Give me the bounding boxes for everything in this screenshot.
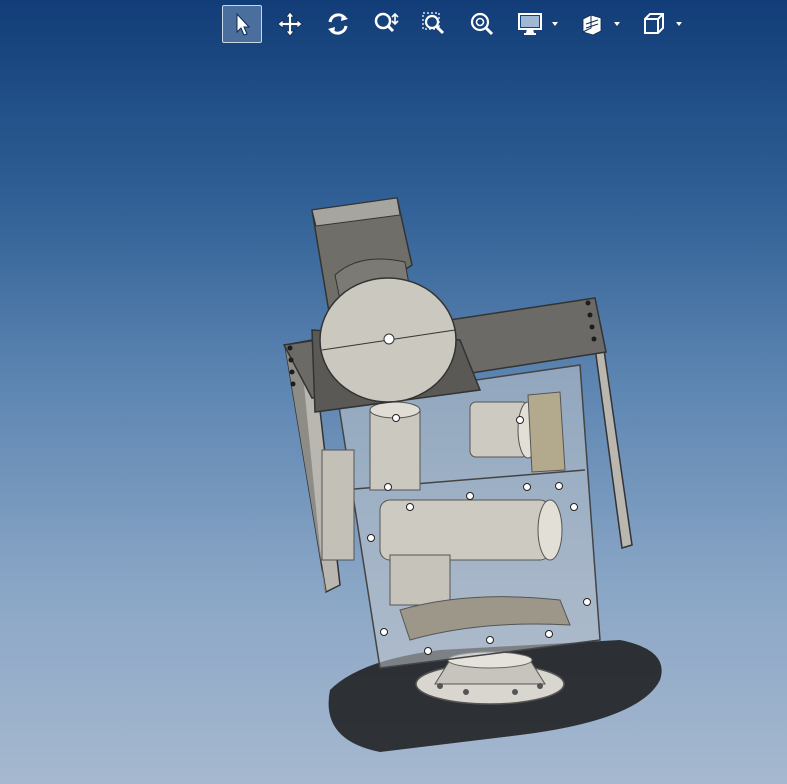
display-style-icon (518, 13, 542, 35)
pan-button[interactable] (270, 5, 310, 43)
vertical-shaft (369, 409, 421, 491)
lower-motor-body (389, 554, 451, 606)
upper-gear (527, 391, 566, 473)
zoom-to-area-icon (422, 12, 445, 35)
zoom-to-area-button[interactable] (414, 5, 454, 43)
view-orientation-dropdown[interactable] (634, 5, 682, 43)
select-arrow-icon (236, 12, 251, 36)
display-style-dropdown[interactable] (510, 5, 558, 43)
view-orientation-cube-icon (644, 13, 664, 34)
pan-icon (277, 11, 303, 37)
view-orientation-button[interactable] (634, 5, 674, 43)
chevron-down-icon (552, 22, 558, 26)
lower-motor (379, 499, 551, 561)
zoom-to-fit-button[interactable] (462, 5, 502, 43)
chevron-down-icon (614, 22, 620, 26)
side-connector (321, 449, 355, 561)
zoom-in-out-button[interactable] (366, 5, 406, 43)
section-view-dropdown[interactable] (572, 5, 620, 43)
3d-viewport[interactable] (0, 0, 787, 784)
chevron-down-icon (676, 22, 682, 26)
section-view-icon (582, 14, 602, 36)
display-style-button[interactable] (510, 5, 550, 43)
zoom-in-out-icon (374, 12, 399, 33)
section-view-button[interactable] (572, 5, 612, 43)
cad-model-render[interactable] (0, 0, 787, 784)
zoom-to-fit-icon (470, 12, 494, 36)
view-toolbar (222, 4, 696, 44)
rotate-button[interactable] (318, 5, 358, 43)
select-button[interactable] (222, 5, 262, 43)
rotate-icon (328, 13, 348, 35)
